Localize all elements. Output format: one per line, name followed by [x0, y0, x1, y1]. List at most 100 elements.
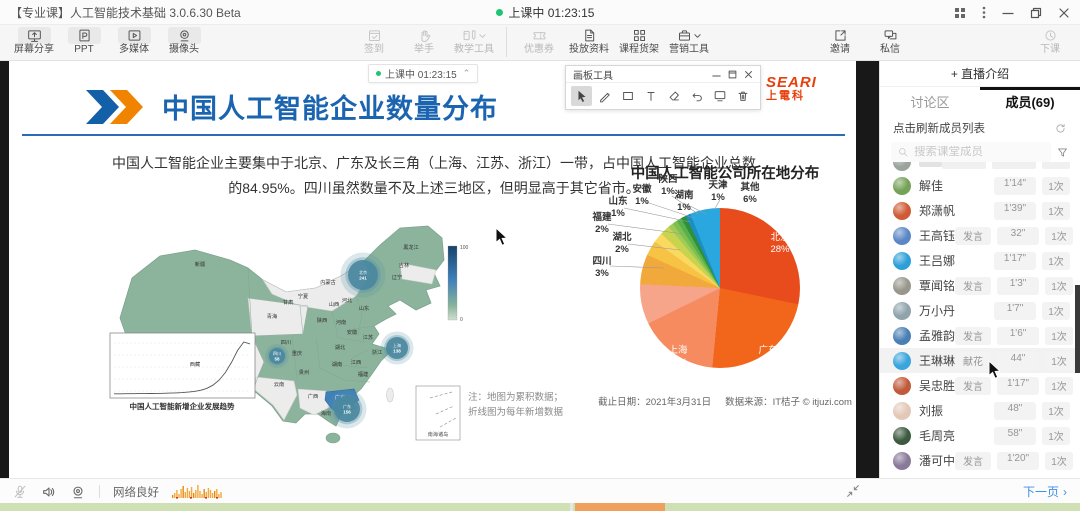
pie-label-浙江: 浙江8%	[620, 302, 639, 327]
svg-text:山西: 山西	[329, 300, 339, 308]
toolbar-button-label: 优惠券	[524, 44, 554, 57]
action-badge: 献花	[955, 352, 991, 370]
toolbar-button-class-end[interactable]: 下课	[1028, 27, 1072, 57]
toolbar-button-label: 屏幕分享	[14, 44, 54, 57]
microphone-muted-icon[interactable]	[12, 484, 28, 500]
member-row-王高钰[interactable]: 王高钰发言32"1次	[880, 223, 1080, 248]
sidebar-scrollbar[interactable]	[1075, 285, 1080, 373]
media-icon	[127, 28, 142, 43]
avatar	[893, 302, 911, 320]
board-tools-panel: 画板工具	[565, 65, 761, 110]
member-row-潘可中[interactable]: 潘可中发言1'20"1次	[880, 448, 1080, 473]
close-icon[interactable]	[1058, 7, 1070, 19]
collapse-caret-icon[interactable]: ⌃	[463, 68, 471, 79]
toolbar-button-label: 多媒体	[119, 44, 149, 57]
member-row-毛周亮[interactable]: 毛周亮58"1次	[880, 423, 1080, 448]
speak-time-badge: 1'14"	[994, 177, 1036, 195]
panel-maximize-icon[interactable]	[728, 70, 737, 79]
member-row-覃闻铭[interactable]: 覃闻铭发言1'3"1次	[880, 273, 1080, 298]
pie-label-山东: 山东1%	[608, 196, 627, 221]
dm-icon	[883, 28, 898, 43]
svg-text:青海: 青海	[267, 312, 277, 320]
tool-board[interactable]	[709, 86, 730, 106]
chevron-right-icon: ›	[1063, 485, 1067, 499]
member-name: 王吕娜	[919, 252, 955, 269]
member-name: 毛周亮	[919, 427, 955, 444]
member-row-王琳琳[interactable]: 王琳琳献花44"1次	[880, 348, 1080, 373]
tab-discussion[interactable]: 讨论区	[880, 87, 980, 115]
panel-close-icon[interactable]	[744, 70, 753, 79]
tab-members[interactable]: 成员(69)	[980, 87, 1080, 115]
svg-text:贵州: 贵州	[299, 368, 309, 376]
member-row-万小丹[interactable]: 万小丹1'7"1次	[880, 298, 1080, 323]
tool-select[interactable]	[571, 86, 592, 106]
more-menu-icon[interactable]	[982, 6, 986, 19]
slide-canvas[interactable]: 上课中 01:23:15 ⌃ 画板工具 SEARI 上電科 中	[0, 61, 879, 478]
action-badge: 发言	[955, 327, 991, 345]
window-controls	[954, 0, 1070, 25]
toolbar-button-label: 下课	[1040, 44, 1060, 57]
avatar	[893, 452, 911, 470]
toolbar-button-screen-share[interactable]: 屏幕分享	[12, 27, 56, 57]
tool-trash[interactable]	[732, 86, 753, 106]
tool-rect[interactable]	[617, 86, 638, 106]
toolbar-button-ppt[interactable]: PPT	[62, 27, 106, 57]
svg-text:河南: 河南	[336, 318, 346, 326]
svg-text:广东: 广东	[343, 403, 351, 409]
toolbar-button-dm[interactable]: 私信	[868, 27, 912, 57]
board-panel-controls	[712, 70, 753, 79]
seari-logo: SEARI 上電科	[766, 75, 817, 102]
svg-text:0: 0	[460, 317, 463, 323]
toolbar-button-media[interactable]: 多媒体	[112, 27, 156, 57]
webcam-icon[interactable]	[70, 484, 86, 500]
toolbar-button-coupon[interactable]: 优惠券	[517, 27, 561, 57]
toolbar-button-raise-hand[interactable]: 举手	[402, 27, 446, 57]
coupon-icon	[532, 28, 547, 43]
next-page-button[interactable]: 下一页 ›	[1023, 479, 1067, 504]
toolbar-button-webcam[interactable]: 摄像头	[162, 27, 206, 57]
svg-text:江西: 江西	[351, 359, 361, 366]
member-row-孟雅韵[interactable]: 孟雅韵发言1'6"1次	[880, 323, 1080, 348]
nanhai-inset: 南海诸岛	[416, 386, 460, 440]
member-row-王吕娜[interactable]: 王吕娜1'17"1次	[880, 248, 1080, 273]
toolbar-button-marketing[interactable]: 营销工具	[667, 27, 711, 57]
member-search-input[interactable]	[914, 146, 1024, 158]
toolbar-button-materials[interactable]: 投放资料	[567, 27, 611, 57]
tool-text[interactable]	[640, 86, 661, 106]
minimize-icon[interactable]	[1002, 7, 1014, 19]
live-intro-header[interactable]: + 直播介绍	[880, 61, 1080, 87]
member-search-box[interactable]	[891, 142, 1051, 162]
class-timer-text: 上课中 01:23:15	[385, 66, 457, 81]
speaker-icon[interactable]	[41, 484, 57, 500]
compress-view-icon[interactable]	[845, 483, 861, 499]
toolbar-button-teach-tools[interactable]: 教学工具	[452, 27, 496, 57]
china-map: 中国人工智能新增企业发展趋势 南海诸岛 100 0 新疆西藏青海甘肃宁夏内蒙古陕…	[100, 218, 532, 458]
svg-text:156: 156	[343, 410, 351, 415]
member-row-郑潇帆[interactable]: 郑潇帆1'39"1次	[880, 198, 1080, 223]
tool-pen[interactable]	[594, 86, 615, 106]
refresh-icon[interactable]	[1054, 122, 1067, 135]
eraser-tool-icon	[667, 89, 681, 103]
panel-minimize-icon[interactable]	[712, 70, 721, 79]
svg-text:58: 58	[274, 357, 280, 362]
refresh-members-row[interactable]: 点击刷新成员列表	[880, 115, 1080, 141]
member-row[interactable]	[880, 162, 1080, 173]
restore-icon[interactable]	[1030, 7, 1042, 19]
svg-text:湖北: 湖北	[335, 343, 346, 351]
tool-undo[interactable]	[686, 86, 707, 106]
member-row-吴忠胜[interactable]: 吴忠胜发言1'17"1次	[880, 373, 1080, 398]
tool-eraser[interactable]	[663, 86, 684, 106]
layout-grid-icon[interactable]	[954, 7, 966, 19]
note-line-1: 注：地图为累积数据；	[468, 391, 563, 406]
toolbar-button-label: 营销工具	[669, 44, 709, 57]
svg-text:四川: 四川	[281, 339, 291, 346]
filter-funnel-icon[interactable]	[1056, 146, 1069, 159]
network-status: 网络良好	[113, 484, 159, 500]
avatar	[893, 177, 911, 195]
class-timer-pill[interactable]: 上课中 01:23:15 ⌃	[368, 64, 478, 83]
toolbar-button-invite[interactable]: 邀请	[818, 27, 862, 57]
member-row-刘振[interactable]: 刘振48"1次	[880, 398, 1080, 423]
toolbar-button-sign-in[interactable]: 签到	[352, 27, 396, 57]
member-row-解佳[interactable]: 解佳1'14"1次	[880, 173, 1080, 198]
toolbar-button-shelf[interactable]: 课程货架	[617, 27, 661, 57]
